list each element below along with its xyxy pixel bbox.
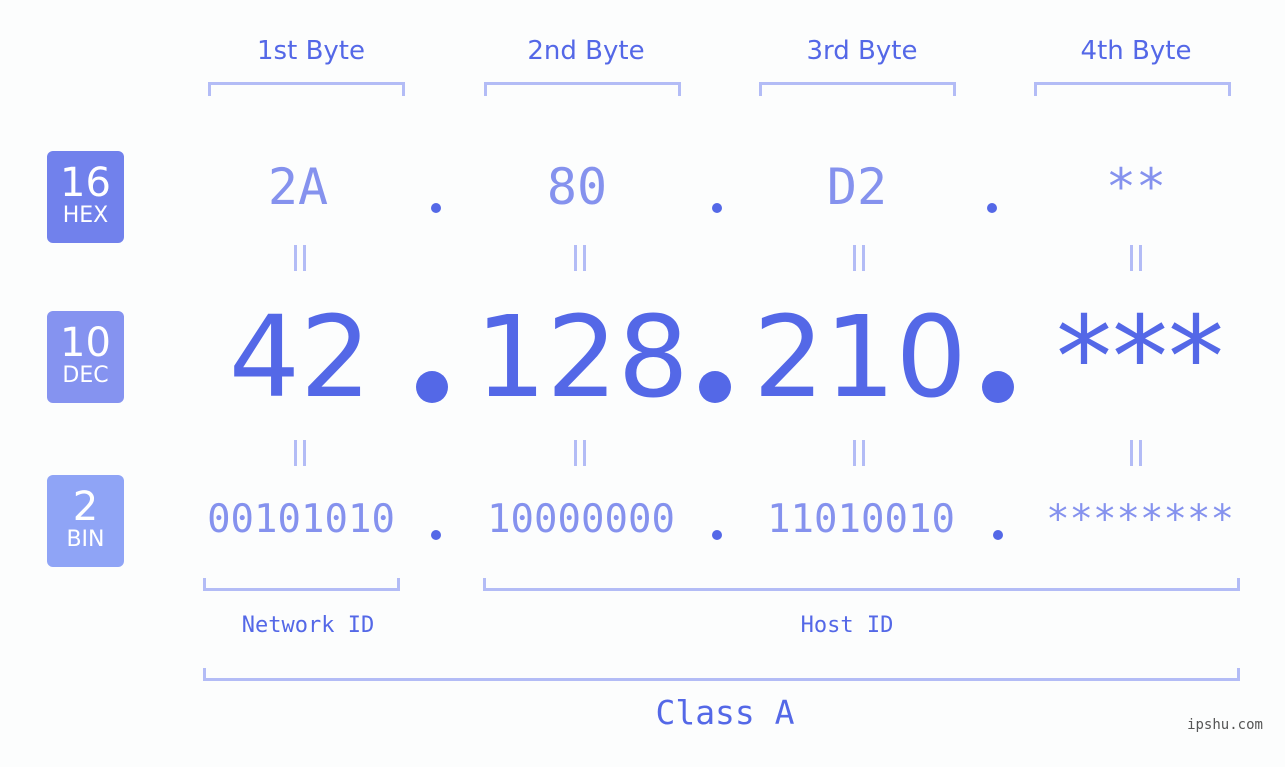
equals-marker	[480, 439, 680, 475]
bin-dot-separator	[431, 530, 441, 540]
byte-bracket-2	[484, 82, 681, 96]
hex-dot-separator	[712, 203, 722, 213]
dec-value-1: 42	[228, 293, 372, 423]
host-id-label: Host ID	[800, 613, 894, 638]
hex-base-number: 16	[60, 160, 111, 206]
bin-dot-separator	[993, 530, 1003, 540]
bin-value-1: 00101010	[207, 497, 395, 542]
bin-value-3: 11010010	[767, 497, 955, 542]
bin-base-number: 2	[72, 484, 99, 530]
dec-base-number: 10	[60, 320, 111, 366]
bin-dot-separator	[712, 530, 722, 540]
equals-marker	[759, 439, 959, 475]
hex-value-1: 2A	[267, 158, 329, 216]
bin-base-label: BIN	[66, 527, 105, 552]
equals-marker	[759, 244, 959, 280]
byte-bracket-3	[759, 82, 956, 96]
hex-value-3: D2	[826, 158, 888, 216]
byte-bracket-4	[1034, 82, 1231, 96]
network-id-bracket	[203, 578, 400, 591]
dec-value-3: 210	[753, 293, 967, 423]
hex-dot-separator	[987, 203, 997, 213]
equals-marker	[480, 244, 680, 280]
byte-header-1: 1st Byte	[257, 36, 365, 66]
hex-base-label: HEX	[62, 203, 109, 228]
class-bracket	[203, 668, 1240, 681]
dec-base-badge: 10 DEC	[47, 311, 124, 403]
dec-base-label: DEC	[62, 363, 109, 388]
hex-value-2: 80	[546, 158, 608, 216]
equals-marker	[200, 439, 400, 475]
byte-header-4: 4th Byte	[1080, 36, 1192, 66]
network-id-label: Network ID	[241, 613, 375, 638]
equals-marker	[200, 244, 400, 280]
bin-value-2: 10000000	[487, 497, 675, 542]
dec-value-2: 128	[475, 293, 689, 423]
watermark: ipshu.com	[1187, 717, 1263, 733]
hex-base-badge: 16 HEX	[47, 151, 124, 243]
host-id-bracket	[483, 578, 1240, 591]
dec-value-4: ***	[1056, 293, 1224, 423]
hex-dot-separator	[431, 203, 441, 213]
hex-value-4: **	[1105, 158, 1167, 216]
byte-header-2: 2nd Byte	[527, 36, 645, 66]
bin-base-badge: 2 BIN	[47, 475, 124, 567]
byte-header-3: 3rd Byte	[806, 36, 918, 66]
equals-marker	[1036, 244, 1236, 280]
byte-bracket-1	[208, 82, 405, 96]
bin-value-4: ********	[1046, 497, 1234, 542]
ip-class-label: Class A	[655, 693, 795, 732]
equals-marker	[1036, 439, 1236, 475]
dec-dot-separator	[699, 371, 731, 403]
dec-dot-separator	[416, 371, 448, 403]
